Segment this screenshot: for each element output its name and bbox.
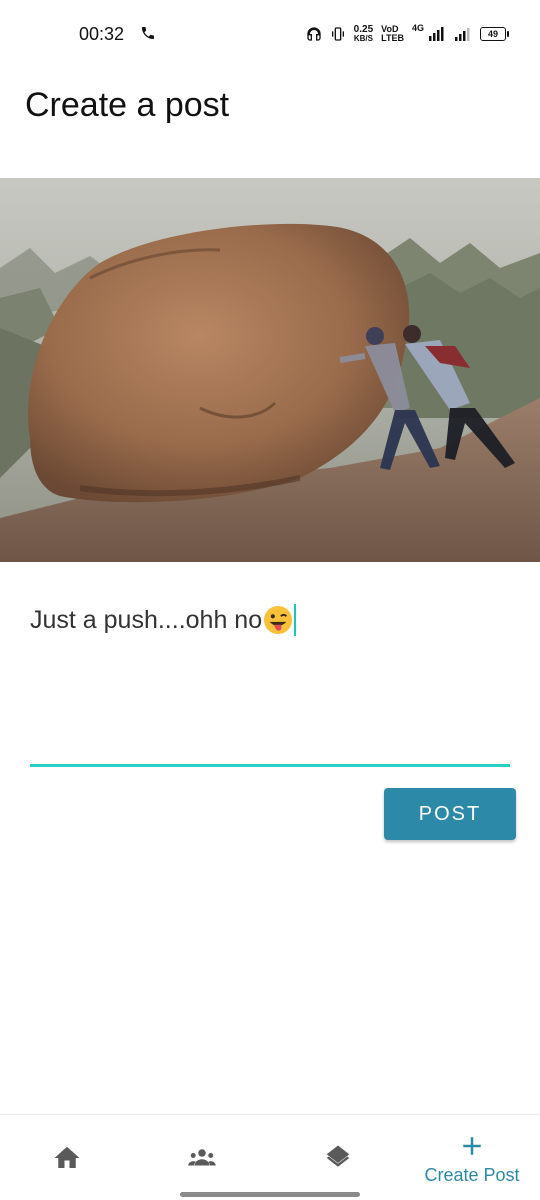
home-icon [54, 1146, 80, 1168]
nav-create-post-label: Create Post [424, 1164, 520, 1185]
volte-indicator: VoD LTEB [381, 25, 404, 43]
phone-icon [142, 27, 154, 39]
groups-icon [188, 1149, 216, 1166]
bottom-navigation: Create Post [0, 1114, 540, 1200]
winking-tongue-emoji-icon [264, 605, 293, 635]
status-icons: 0.25 KB/S VoD LTEB 4G 49 [306, 22, 509, 46]
status-bar: 00:32 0.25 KB/S VoD LTEB 4G 49 [0, 0, 540, 68]
net-speed: 0.25 KB/S [353, 24, 374, 44]
volte-bottom: LTEB [381, 33, 404, 43]
signal-icon [429, 27, 444, 41]
text-field-underline [30, 764, 510, 767]
post-text-value: Just a push....ohh no [30, 605, 263, 634]
text-cursor [294, 604, 297, 636]
nav-home[interactable] [27, 1115, 107, 1200]
nav-groups[interactable] [162, 1115, 242, 1200]
plus-icon [463, 1136, 481, 1155]
screen: 00:32 0.25 KB/S VoD LTEB 4G 49 Create a … [0, 0, 540, 1200]
layers-icon [326, 1145, 350, 1167]
post-button[interactable]: POST [384, 788, 516, 840]
page-title: Create a post [25, 86, 230, 124]
post-photo[interactable] [0, 178, 540, 562]
net-speed-value: 0.25 [353, 24, 374, 35]
headset-icon [307, 27, 321, 41]
post-text-input[interactable]: Just a push....ohh no [30, 604, 297, 636]
battery-level: 49 [487, 29, 498, 39]
nav-create-post[interactable]: Create Post [410, 1115, 534, 1200]
vibrate-icon [331, 27, 344, 41]
home-indicator[interactable] [180, 1192, 360, 1197]
status-time: 00:32 [79, 24, 125, 44]
battery-icon: 49 [480, 27, 509, 41]
signal-icon-2 [455, 28, 470, 41]
net-speed-unit: KB/S [353, 34, 373, 43]
nav-layers[interactable] [298, 1115, 378, 1200]
network-type: 4G [411, 23, 424, 33]
